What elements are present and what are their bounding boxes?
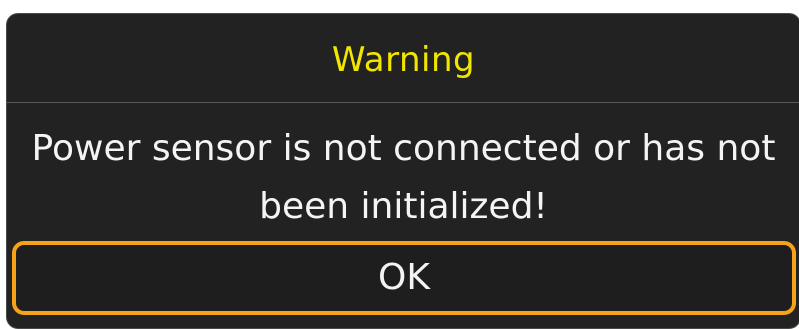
ok-button[interactable]: OK [12,241,796,315]
message-line-1: Power sensor is not connected or has not [31,128,776,169]
dialog-message: Power sensor is not connected or has not… [7,120,799,236]
dialog-title: Warning [331,40,476,80]
title-divider [7,102,799,103]
message-line-2: been initialized! [259,186,548,227]
